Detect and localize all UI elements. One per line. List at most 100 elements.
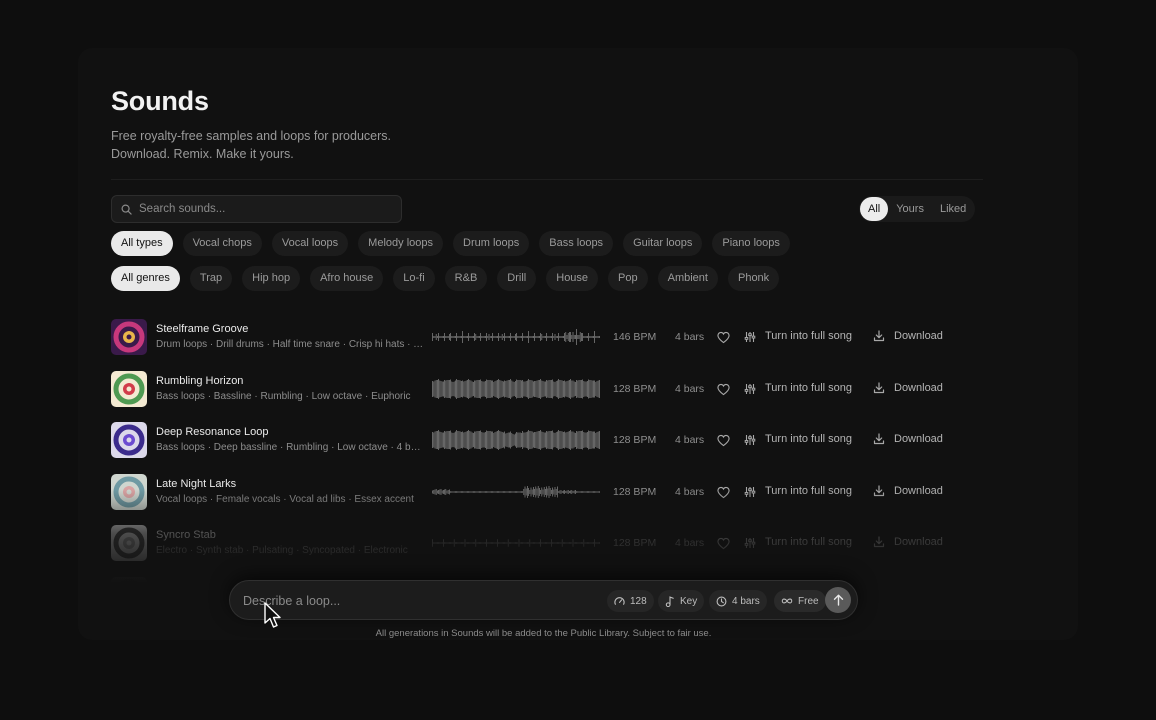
arrow-up-icon [833, 594, 843, 606]
bars-value: 4 bars [732, 595, 760, 607]
waveform[interactable] [432, 377, 600, 401]
type-chip-all-types[interactable]: All types [111, 231, 173, 256]
sound-name[interactable]: Cisco Circuit Dr [156, 581, 232, 593]
usage-note: All generations in Sounds will be added … [375, 628, 712, 639]
genre-chip-phonk[interactable]: Phonk [727, 266, 780, 291]
genre-chip-lo-fi[interactable]: Lo-fi [393, 266, 435, 291]
sound-bpm: 128 BPM [613, 434, 657, 446]
clock-icon [716, 596, 727, 606]
type-chip-drum-loops[interactable]: Drum loops [453, 231, 530, 256]
sound-thumbnail[interactable] [111, 370, 147, 407]
sound-row[interactable]: Steelframe Groove Drum loops · Drill drum… [111, 319, 971, 371]
scope-tab-all[interactable]: All [860, 197, 889, 221]
genre-chip-afro-house[interactable]: Afro house [310, 266, 384, 291]
genre-chip-ambient[interactable]: Ambient [657, 266, 718, 291]
send-button[interactable] [825, 587, 851, 613]
bpm-pill[interactable]: 128 [607, 590, 654, 612]
sound-bpm: 128 BPM [613, 537, 657, 549]
genre-chip-trap[interactable]: Trap [189, 266, 233, 291]
turn-into-full-song-button[interactable]: Turn into full song [765, 485, 852, 497]
waveform[interactable] [432, 531, 600, 555]
sound-row[interactable]: Rumbling Horizon Bass loops · Bassline · … [111, 370, 971, 423]
sliders-icon [744, 538, 756, 548]
download-icon [873, 433, 885, 445]
download-button[interactable]: Download [894, 536, 943, 548]
heart-icon[interactable] [717, 434, 730, 447]
turn-into-full-song-button[interactable]: Turn into full song [765, 382, 852, 394]
waveform[interactable] [432, 480, 600, 504]
page-title: Sounds [111, 86, 209, 116]
type-chip-bass-loops[interactable]: Bass loops [539, 231, 614, 256]
genre-chip-all-genres[interactable]: All genres [111, 266, 180, 291]
turn-into-full-song-button[interactable]: Turn into full song [765, 433, 852, 445]
turn-into-full-song-button[interactable]: Turn into full song [765, 536, 852, 548]
type-chip-melody-loops[interactable]: Melody loops [358, 231, 443, 256]
sound-bpm: 128 BPM [613, 382, 657, 395]
sound-list: Steelframe Groove Drum loops · Drill drum… [111, 319, 971, 597]
sound-tags: Electro · Synth stab · Pulsating · Synco… [156, 545, 408, 556]
bpm-value: 128 [630, 595, 647, 607]
heart-icon[interactable] [717, 331, 730, 344]
sound-name[interactable]: Deep Resonance Loop [156, 426, 269, 438]
type-chip-guitar-loops[interactable]: Guitar loops [623, 231, 703, 256]
sound-bars: 4 bars [675, 434, 705, 446]
key-pill[interactable]: Key [658, 590, 705, 612]
mode-label: Free [798, 595, 819, 607]
waveform[interactable] [432, 325, 600, 349]
heart-icon[interactable] [717, 383, 730, 396]
download-icon [873, 536, 885, 548]
download-button[interactable]: Download [894, 433, 943, 445]
prompt-input[interactable] [243, 590, 593, 612]
genre-chip-house[interactable]: House [546, 266, 599, 291]
sound-tags: Bass loops · Deep bassline · Rumbling · … [156, 442, 424, 453]
heart-icon[interactable] [717, 486, 730, 499]
sound-row[interactable]: Deep Resonance Loop Bass loops · Deep bas… [111, 422, 971, 474]
genre-chip-hip-hop[interactable]: Hip hop [242, 266, 301, 291]
sound-name[interactable]: Syncro Stab [156, 529, 216, 541]
download-button[interactable]: Download [894, 382, 943, 394]
infinity-icon [781, 598, 793, 604]
bars-pill[interactable]: 4 bars [709, 590, 767, 612]
download-button[interactable]: Download [894, 330, 943, 342]
download-icon [873, 330, 885, 342]
scope-tab-yours[interactable]: Yours [888, 197, 932, 221]
scope-tab-liked[interactable]: Liked [932, 197, 974, 221]
sound-name[interactable]: Late Night Larks [156, 478, 236, 490]
sound-thumbnail[interactable] [111, 319, 147, 355]
download-button[interactable]: Download [894, 485, 943, 497]
waveform[interactable] [432, 428, 600, 452]
turn-into-full-song-button[interactable]: Turn into full song [765, 330, 852, 342]
sound-row[interactable]: Syncro Stab Electro · Synth stab · Pulsat… [111, 525, 971, 577]
sound-tags: Drum loops · Drill drums · Half time sna… [156, 339, 424, 350]
subtitle-line-2: Download. Remix. Make it yours. [111, 147, 294, 161]
type-chip-vocal-chops[interactable]: Vocal chops [182, 231, 262, 256]
search-input[interactable] [139, 203, 389, 215]
search-box[interactable] [111, 195, 402, 223]
page-header: Sounds Free royalty-free samples and loo… [111, 86, 391, 163]
gauge-icon [614, 596, 625, 605]
sound-tags: Vocal loops · Female vocals · Vocal ad l… [156, 493, 414, 505]
prompt-bar: 128 Key 4 bars Free [229, 580, 858, 620]
sound-row[interactable]: Late Night Larks Vocal loops · Female voc… [111, 473, 971, 526]
mode-pill[interactable]: Free [774, 590, 826, 612]
sound-name[interactable]: Rumbling Horizon [156, 375, 243, 387]
sound-thumbnail[interactable] [111, 576, 147, 598]
genre-chip-drill[interactable]: Drill [497, 266, 537, 291]
genre-chip-r-b[interactable]: R&B [444, 266, 488, 291]
sound-bars: 4 bars [675, 485, 705, 498]
sound-thumbnail[interactable] [111, 525, 147, 561]
key-label: Key [680, 595, 698, 607]
heart-icon[interactable] [717, 537, 730, 550]
subtitle-line-1: Free royalty-free samples and loops for … [111, 129, 391, 143]
genre-chip-pop[interactable]: Pop [608, 266, 648, 291]
mouse-cursor-icon [264, 602, 281, 628]
sound-bars: 4 bars [675, 382, 705, 395]
sound-thumbnail[interactable] [111, 422, 147, 458]
type-chip-piano-loops[interactable]: Piano loops [712, 231, 790, 256]
sliders-icon [744, 383, 756, 394]
sound-name[interactable]: Steelframe Groove [156, 323, 248, 335]
search-icon [121, 204, 132, 215]
type-chip-vocal-loops[interactable]: Vocal loops [271, 231, 349, 256]
sound-thumbnail[interactable] [111, 473, 147, 510]
sliders-icon [744, 332, 756, 342]
